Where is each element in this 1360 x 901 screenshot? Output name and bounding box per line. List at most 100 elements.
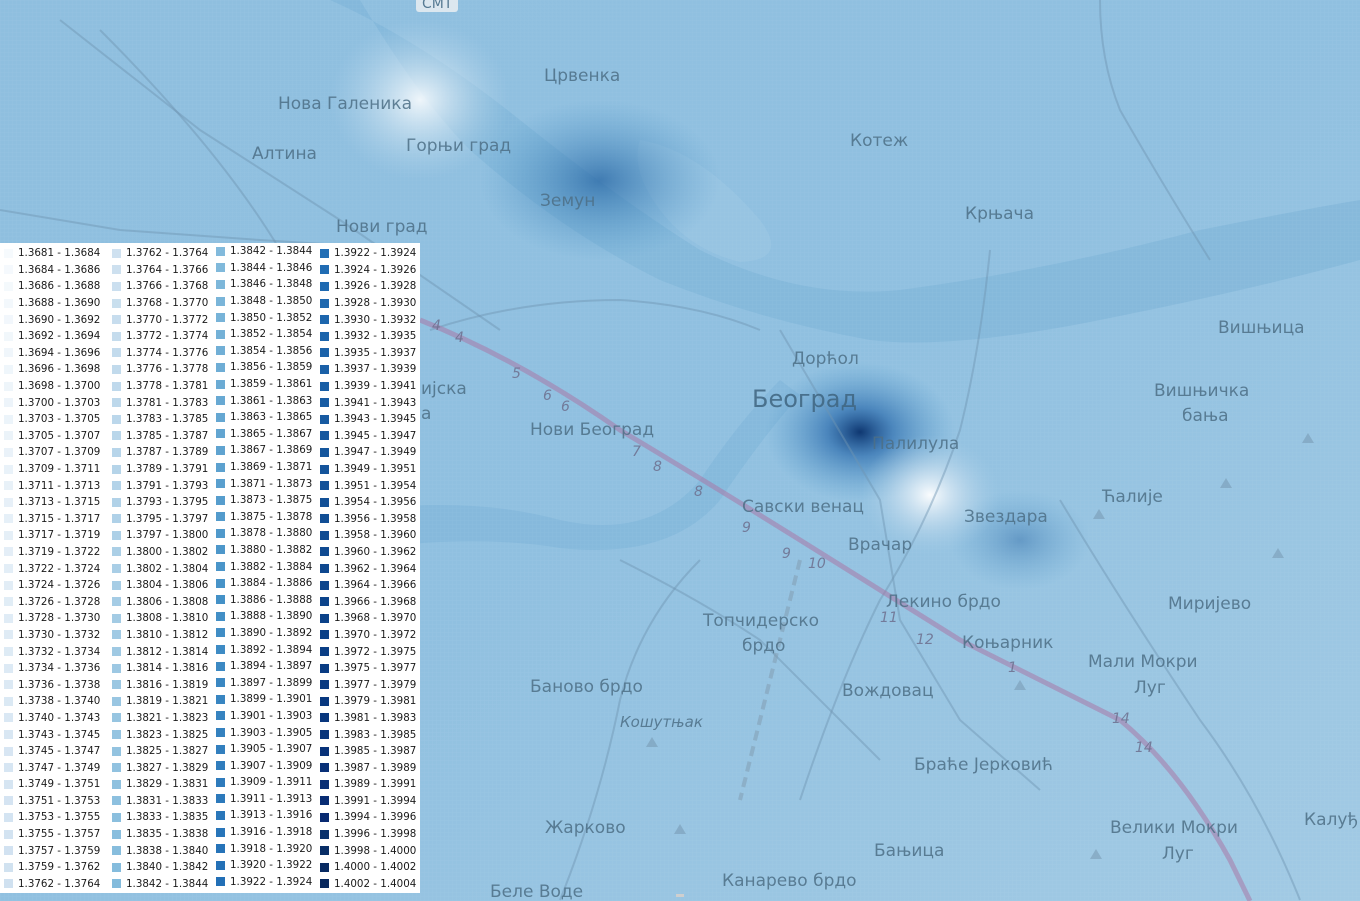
legend-item: 1.3707 - 1.3709: [4, 444, 100, 461]
route-number: 9: [782, 546, 791, 562]
place-label: Мали Мокри: [1088, 652, 1198, 672]
legend-item: 1.3932 - 1.3935: [320, 328, 416, 345]
legend-swatch: [216, 479, 225, 489]
legend-swatch: [4, 812, 13, 822]
legend-item: 1.3949 - 1.3951: [320, 461, 416, 478]
legend-swatch: [320, 746, 329, 756]
legend-label: 1.3759 - 1.3762: [18, 861, 101, 874]
legend-item: 1.3711 - 1.3713: [4, 477, 100, 494]
legend-swatch: [216, 462, 225, 472]
place-label: Калуђ: [1304, 810, 1359, 830]
legend-item: 1.3722 - 1.3724: [4, 560, 100, 577]
legend-swatch: [216, 611, 225, 621]
legend-label: 1.3968 - 1.3970: [334, 612, 417, 625]
legend-label: 1.3789 - 1.3791: [126, 463, 209, 476]
legend-swatch: [112, 481, 121, 491]
legend-swatch: [112, 846, 121, 856]
legend-swatch: [216, 595, 225, 605]
legend-swatch: [112, 298, 121, 308]
legend-label: 1.3966 - 1.3968: [334, 595, 417, 608]
legend-label: 1.3867 - 1.3869: [230, 444, 313, 457]
legend-label: 1.3802 - 1.3804: [126, 562, 209, 575]
legend-swatch: [4, 481, 13, 491]
legend-item: 1.3740 - 1.3743: [4, 710, 100, 727]
legend-item: 1.3825 - 1.3827: [112, 743, 208, 760]
legend-item: 1.3966 - 1.3968: [320, 593, 416, 610]
legend-swatch: [216, 661, 225, 671]
legend-item: 1.3846 - 1.3848: [216, 276, 312, 293]
legend-item: 1.3757 - 1.3759: [4, 842, 100, 859]
route-number: 12: [916, 632, 934, 648]
legend-item: 1.3759 - 1.3762: [4, 859, 100, 876]
legend-label: 1.3745 - 1.3747: [18, 745, 101, 758]
legend-swatch: [216, 495, 225, 505]
legend-item: 1.3854 - 1.3856: [216, 343, 312, 360]
route-number: 14: [1135, 740, 1153, 756]
legend-label: 1.3865 - 1.3867: [230, 427, 313, 440]
route-number: 8: [694, 484, 703, 500]
legend-label: 1.3755 - 1.3757: [18, 828, 101, 841]
legend-swatch: [112, 447, 121, 457]
legend-label: 1.3892 - 1.3894: [230, 643, 313, 656]
legend-item: 1.3816 - 1.3819: [112, 676, 208, 693]
legend-swatch: [320, 630, 329, 640]
legend-label: 1.3954 - 1.3956: [334, 496, 417, 509]
legend-swatch: [216, 794, 225, 804]
legend-item: 1.3812 - 1.3814: [112, 643, 208, 660]
legend-label: 1.3884 - 1.3886: [230, 577, 313, 590]
legend-item: 1.3909 - 1.3911: [216, 774, 312, 791]
legend: 1.3681 - 1.3684 1.3684 - 1.3686 1.3686 - 1…: [0, 243, 420, 893]
legend-item: 1.3920 - 1.3922: [216, 857, 312, 874]
legend-swatch: [4, 530, 13, 540]
place-label: Вишњичка: [1154, 381, 1250, 401]
legend-item: 1.3747 - 1.3749: [4, 759, 100, 776]
legend-swatch: [216, 562, 225, 572]
legend-swatch: [216, 362, 225, 372]
legend-label: 1.3901 - 1.3903: [230, 709, 313, 722]
legend-item: 1.3840 - 1.3842: [112, 859, 208, 876]
legend-item: 1.3970 - 1.3972: [320, 627, 416, 644]
legend-swatch: [112, 812, 121, 822]
place-label: Нова Галеника: [278, 94, 412, 114]
legend-label: 1.3977 - 1.3979: [334, 678, 417, 691]
legend-label: 1.3983 - 1.3985: [334, 728, 417, 741]
legend-item: 1.3924 - 1.3926: [320, 262, 416, 279]
legend-item: 1.3888 - 1.3890: [216, 608, 312, 625]
legend-item: 1.3684 - 1.3686: [4, 262, 100, 279]
legend-swatch: [320, 564, 329, 574]
legend-item: 1.3823 - 1.3825: [112, 726, 208, 743]
legend-swatch: [320, 481, 329, 491]
legend-label: 1.3863 - 1.3865: [230, 411, 313, 424]
legend-label: 1.3994 - 1.3996: [334, 811, 417, 824]
legend-item: 1.3724 - 1.3726: [4, 577, 100, 594]
legend-swatch: [320, 398, 329, 408]
legend-label: 1.3991 - 1.3994: [334, 794, 417, 807]
legend-label: 1.3700 - 1.3703: [18, 396, 101, 409]
legend-label: 1.3981 - 1.3983: [334, 711, 417, 724]
legend-item: 1.3698 - 1.3700: [4, 378, 100, 395]
legend-swatch: [4, 281, 13, 291]
legend-label: 1.3920 - 1.3922: [230, 859, 313, 872]
legend-swatch: [112, 796, 121, 806]
legend-label: 1.3728 - 1.3730: [18, 612, 101, 625]
legend-item: 1.3882 - 1.3884: [216, 558, 312, 575]
legend-label: 1.3785 - 1.3787: [126, 429, 209, 442]
legend-label: 1.3861 - 1.3863: [230, 394, 313, 407]
legend-swatch: [216, 346, 225, 356]
legend-label: 1.3770 - 1.3772: [126, 313, 209, 326]
legend-item: 1.3762 - 1.3764: [4, 876, 100, 893]
legend-item: 1.3810 - 1.3812: [112, 627, 208, 644]
legend-item: 1.3736 - 1.3738: [4, 676, 100, 693]
legend-item: 1.3922 - 1.3924: [216, 874, 312, 891]
legend-label: 1.3749 - 1.3751: [18, 778, 101, 791]
legend-swatch: [112, 381, 121, 391]
route-number: 4: [432, 318, 441, 334]
place-label: Црвенка: [544, 66, 621, 86]
legend-swatch: [216, 329, 225, 339]
legend-swatch: [216, 263, 225, 273]
legend-label: 1.4002 - 1.4004: [334, 877, 417, 890]
legend-swatch: [320, 364, 329, 374]
legend-swatch: [320, 464, 329, 474]
legend-column: 1.3681 - 1.3684 1.3684 - 1.3686 1.3686 - 1…: [4, 245, 100, 892]
legend-item: 1.3886 - 1.3888: [216, 591, 312, 608]
